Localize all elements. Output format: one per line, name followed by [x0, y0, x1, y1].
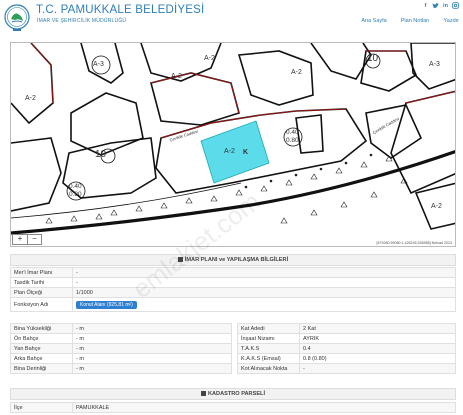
row-value: - — [72, 277, 456, 288]
row-label: Mer'i İmar Planı — [10, 267, 73, 278]
table-row: Arka Bahçe - m — [10, 353, 232, 364]
kadastro-panel-header: KADASTRO PARSELİ — [10, 388, 456, 400]
row-label: T.A.K.S — [237, 343, 300, 354]
linkedin-icon[interactable]: in — [442, 2, 449, 9]
map-label: A-2 — [171, 73, 182, 80]
row-value: 1/1000 — [72, 287, 456, 298]
selected-parcel — [200, 120, 270, 184]
site-header: T.C. PAMUKKALE BELEDİYESİ İMAR VE ŞEHİRC… — [0, 0, 463, 40]
social-links: f in — [422, 2, 459, 9]
table-row: Kot Alınacak Nokta - — [237, 363, 456, 374]
table-row: Mer'i İmar Planı - — [10, 267, 456, 278]
row-value: 2 Kat — [299, 323, 456, 334]
zoom-control: + − — [12, 234, 42, 245]
brand-title: T.C. PAMUKKALE BELEDİYESİ — [36, 4, 205, 16]
zoning-map[interactable]: A-3 A-2 A-2 A-2 A-2 A-2 A-3 A-2 10 10 K … — [10, 42, 456, 247]
map-label: 0.40 — [286, 129, 299, 136]
zoom-out-button[interactable]: − — [27, 235, 41, 244]
row-label: Plan Ölçeği — [10, 287, 73, 298]
map-canvas[interactable] — [11, 43, 456, 247]
map-label: 10 — [95, 149, 107, 160]
table-icon — [177, 256, 183, 262]
map-label: A-3 — [93, 61, 104, 68]
table-row: Ön Bahçe - m — [10, 333, 232, 344]
imar-panel-header: İMAR PLANI ve YAPILAŞMA BİLGİLERİ — [10, 254, 456, 266]
map-label: A-2 — [204, 55, 215, 62]
row-value: - m — [72, 353, 232, 364]
zoom-in-button[interactable]: + — [13, 235, 27, 244]
table-row: Bina Yüksekliği - m — [10, 323, 232, 334]
row-label: İnşaat Nizamı — [237, 333, 300, 344]
map-label: 10 — [367, 53, 379, 64]
table-row: İnşaat Nizamı AYRIK — [237, 333, 456, 344]
table-row: Fonksiyon Adı Konut Alanı (925,81 m²) — [10, 297, 456, 312]
map-label: A-2 — [224, 148, 235, 155]
row-label: Fonksiyon Adı — [10, 297, 73, 312]
map-label: A-2 — [291, 69, 302, 76]
nav-plan-notes[interactable]: Plan Notları — [401, 18, 430, 24]
nav-print[interactable]: Yazdır — [444, 18, 460, 24]
imar-table: Mer'i İmar Planı - Tasdik Tarihi - Plan Öl… — [10, 267, 456, 312]
row-value: - m — [72, 363, 232, 374]
map-label: A-2 — [431, 203, 442, 210]
yapilasma-right-table: Kat Adedi 2 Kat İnşaat Nizamı AYRIK T.A.K.… — [237, 323, 456, 374]
row-value: - — [299, 363, 456, 374]
row-label: İlçe — [10, 402, 73, 413]
row-label: Kot Alınacak Nokta — [237, 363, 300, 374]
row-value: 0.8 (0.80) — [299, 353, 456, 364]
row-label: Arka Bahçe — [10, 353, 73, 364]
yapilasma-left-table: Bina Yüksekliği - m Ön Bahçe - m Yan Bahçe… — [10, 323, 232, 374]
brand-subtitle: İMAR VE ŞEHİRCİLİK MÜDÜRLÜĞÜ — [37, 18, 127, 24]
table-row: Bina Derinliği - m — [10, 363, 232, 374]
table-row: Plan Ölçeği 1/1000 — [10, 287, 456, 298]
row-value: PAMUKKALE — [72, 402, 456, 413]
table-row: İlçe PAMUKKALE — [10, 402, 456, 413]
table-row: Tasdik Tarihi - — [10, 277, 456, 288]
table-row: Yan Bahçe - m — [10, 343, 232, 354]
twitter-icon[interactable] — [432, 2, 439, 9]
row-label: Yan Bahçe — [10, 343, 73, 354]
map-label: 0.40 — [69, 183, 82, 190]
facebook-icon[interactable]: f — [422, 2, 429, 9]
map-label: 0.80 — [286, 137, 299, 144]
map-label: A-2 — [25, 95, 36, 102]
table-row: Kat Adedi 2 Kat — [237, 323, 456, 334]
row-value: 0.4 — [299, 343, 456, 354]
map-label: K — [243, 149, 249, 156]
row-label: Bina Yüksekliği — [10, 323, 73, 334]
nav-home[interactable]: Ana Sayfa — [361, 18, 386, 24]
row-value: - m — [72, 343, 232, 354]
function-badge[interactable]: Konut Alanı (925,81 m²) — [76, 300, 137, 309]
row-label: Kat Adedi — [237, 323, 300, 334]
imar-panel-title: İMAR PLANI ve YAPILAŞMA BİLGİLERİ — [184, 257, 289, 263]
row-label: Tasdik Tarihi — [10, 277, 73, 288]
row-value: - m — [72, 333, 232, 344]
row-value: - m — [72, 323, 232, 334]
kadastro-table: İlçe PAMUKKALE — [10, 402, 456, 413]
row-label: Ön Bahçe — [10, 333, 73, 344]
row-label: Bina Derinliği — [10, 363, 73, 374]
instagram-icon[interactable] — [452, 2, 459, 9]
map-label: 0.80 — [69, 191, 82, 198]
main-nav: Ana Sayfa Plan Notları Yazdır — [361, 18, 459, 24]
table-row: K.A.K.S (Emsal) 0.8 (0.80) — [237, 353, 456, 364]
row-label: K.A.K.S (Emsal) — [237, 353, 300, 364]
map-label: A-3 — [429, 61, 440, 68]
table-row: T.A.K.S 0.4 — [237, 343, 456, 354]
row-value: - — [72, 267, 456, 278]
municipality-logo — [4, 4, 30, 31]
table-icon — [200, 390, 206, 396]
map-coordinates: [679280,99080:1-426245,536988] Netcad 20… — [376, 241, 452, 245]
kadastro-panel-title: KADASTRO PARSELİ — [207, 391, 266, 397]
row-value: AYRIK — [299, 333, 456, 344]
